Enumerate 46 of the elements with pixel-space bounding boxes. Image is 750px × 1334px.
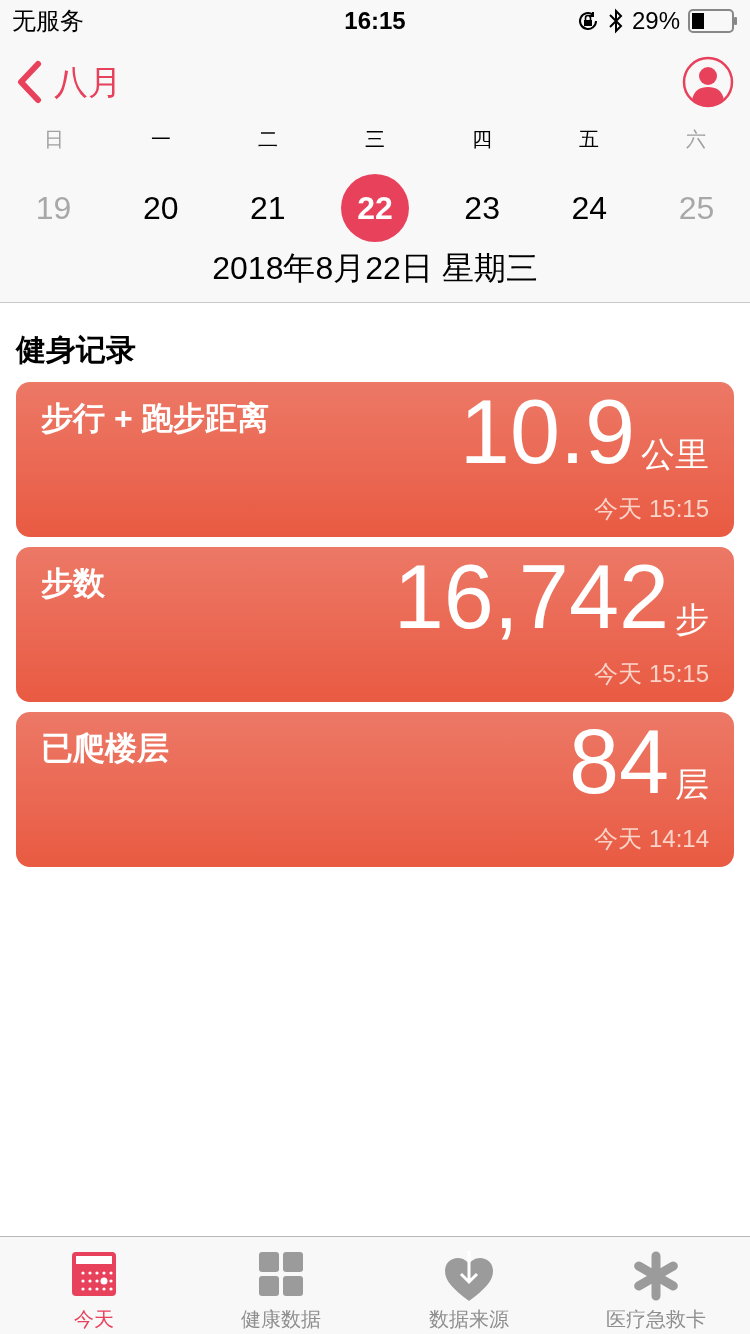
- metric-value: 10.9: [459, 384, 635, 480]
- metric-value: 16,742: [393, 549, 669, 645]
- weekday-label: 四: [472, 127, 493, 152]
- update-time: 今天 15:15: [594, 495, 709, 523]
- tab-button[interactable]: 健康数据: [187, 1237, 375, 1334]
- day-button[interactable]: 19: [19, 174, 88, 242]
- card-title: 步行 + 跑步距离: [41, 399, 270, 438]
- date-heading: 2018年8月22日 星期三: [212, 249, 538, 288]
- metric-unit: 步: [675, 599, 709, 640]
- heart-download-icon: [442, 1251, 495, 1303]
- update-time: 今天 14:14: [594, 825, 709, 853]
- back-button[interactable]: 八月: [16, 56, 122, 108]
- weekday-label: 日: [43, 127, 64, 152]
- grid-icon: [258, 1251, 305, 1297]
- battery-icon: [688, 9, 738, 33]
- battery-percent: 29%: [631, 6, 680, 36]
- tab-button[interactable]: 数据来源: [375, 1237, 563, 1334]
- card-title: 已爬楼层: [41, 729, 169, 768]
- day-button[interactable]: 23: [448, 174, 517, 242]
- weekday-label: 五: [579, 127, 600, 152]
- activity-card[interactable]: 步数 16,742 步 今天 15:15: [16, 547, 734, 702]
- day-button[interactable]: 21: [233, 174, 302, 242]
- day-button[interactable]: 24: [555, 174, 624, 242]
- bluetooth-icon: [607, 8, 624, 34]
- day-button[interactable]: 22: [341, 174, 409, 242]
- weekday-label: 三: [365, 127, 385, 152]
- status-time: 16:15: [344, 6, 406, 36]
- calendar-icon: [70, 1251, 117, 1297]
- tab-button[interactable]: 今天: [0, 1237, 188, 1334]
- metric-unit: 公里: [641, 434, 709, 475]
- day-button[interactable]: 25: [662, 174, 731, 242]
- carrier-text: 无服务: [12, 6, 84, 36]
- metric-unit: 层: [675, 764, 709, 805]
- metric-value: 84: [568, 714, 669, 810]
- weekday-label: 一: [150, 127, 171, 152]
- day-button[interactable]: 20: [126, 174, 195, 242]
- card-title: 步数: [41, 564, 105, 603]
- activity-card[interactable]: 步行 + 跑步距离 10.9 公里 今天 15:15: [16, 382, 734, 537]
- weekday-label: 二: [257, 127, 278, 152]
- profile-avatar-icon[interactable]: [682, 56, 734, 108]
- tab-button[interactable]: 医疗急救卡: [562, 1237, 750, 1334]
- back-chevron-icon: [16, 60, 42, 104]
- section-title: 健身记录: [16, 333, 136, 366]
- update-time: 今天 15:15: [594, 660, 709, 688]
- weekday-label: 六: [686, 127, 707, 152]
- activity-card[interactable]: 已爬楼层 84 层 今天 14:14: [16, 712, 734, 867]
